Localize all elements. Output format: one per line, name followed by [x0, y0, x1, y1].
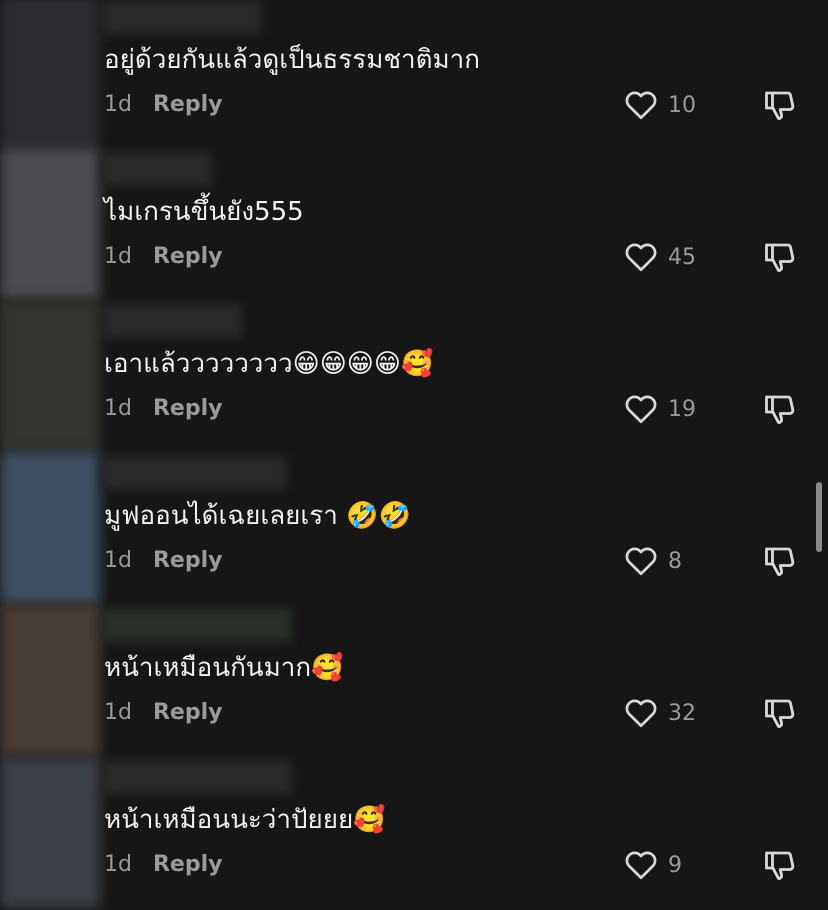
comment-item: หน้าเหมือนกันมาก🥰 1d Reply 32	[0, 604, 828, 756]
like-count: 32	[668, 700, 696, 726]
thumbs-down-icon	[765, 395, 795, 424]
like-count: 19	[668, 396, 696, 422]
comment-time: 1d	[104, 700, 132, 725]
like-button[interactable]: 8	[622, 542, 682, 580]
avatar[interactable]	[0, 0, 100, 148]
like-button[interactable]: 9	[622, 846, 682, 884]
username-blurred[interactable]	[102, 760, 292, 794]
avatar[interactable]	[0, 756, 100, 908]
comment-meta: 1d Reply	[104, 394, 222, 424]
comment-text: ไมเกรนขึ้นยัง555	[104, 197, 304, 227]
heart-outline-icon	[625, 395, 657, 424]
like-count: 8	[668, 548, 682, 574]
avatar[interactable]	[0, 300, 100, 452]
reply-button[interactable]: Reply	[153, 244, 223, 269]
thumbs-down-icon	[765, 699, 795, 728]
dislike-button[interactable]	[762, 238, 798, 276]
comment-time: 1d	[104, 548, 132, 573]
reply-button[interactable]: Reply	[153, 548, 223, 573]
like-button[interactable]: 45	[622, 238, 696, 276]
username-blurred[interactable]	[102, 0, 262, 34]
reply-button[interactable]: Reply	[153, 852, 223, 877]
comment-item: เอาแล้วววววววว😁😁😁😁🥰 1d Reply 19	[0, 300, 828, 452]
reply-button[interactable]: Reply	[153, 396, 223, 421]
thumbs-down-icon	[765, 243, 795, 272]
comment-meta: 1d Reply	[104, 850, 222, 880]
heart-outline-icon	[625, 699, 657, 728]
thumbs-down-icon	[765, 91, 795, 120]
comment-text: มูฟออนได้เฉยเลยเรา 🤣🤣	[104, 501, 411, 531]
scrollbar-thumb[interactable]	[816, 482, 822, 552]
avatar[interactable]	[0, 452, 100, 604]
dislike-button[interactable]	[762, 846, 798, 884]
like-count: 9	[668, 852, 682, 878]
dislike-button[interactable]	[762, 694, 798, 732]
heart-outline-icon	[625, 243, 657, 272]
comment-meta: 1d Reply	[104, 698, 222, 728]
comment-text: หน้าเหมือนกันมาก🥰	[104, 653, 344, 683]
like-button[interactable]: 10	[622, 86, 696, 124]
heart-outline-icon	[625, 547, 657, 576]
like-count: 10	[668, 92, 696, 118]
comment-item: อยู่ด้วยกันแล้วดูเป็นธรรมชาติมาก 1d Repl…	[0, 0, 828, 148]
comment-list: อยู่ด้วยกันแล้วดูเป็นธรรมชาติมาก 1d Repl…	[0, 0, 828, 910]
heart-outline-icon	[625, 91, 657, 120]
dislike-button[interactable]	[762, 542, 798, 580]
thumbs-down-icon	[765, 851, 795, 880]
comment-text: เอาแล้วววววววว😁😁😁😁🥰	[104, 349, 434, 379]
reply-button[interactable]: Reply	[153, 700, 223, 725]
comment-meta: 1d Reply	[104, 242, 222, 272]
like-button[interactable]: 19	[622, 390, 696, 428]
dislike-button[interactable]	[762, 390, 798, 428]
avatar[interactable]	[0, 604, 100, 756]
avatar[interactable]	[0, 148, 100, 300]
comment-time: 1d	[104, 396, 132, 421]
username-blurred[interactable]	[102, 608, 292, 642]
comment-time: 1d	[104, 244, 132, 269]
comment-meta: 1d Reply	[104, 546, 222, 576]
comment-item: หน้าเหมือนนะว่าปัยยย🥰 1d Reply 9	[0, 756, 828, 908]
comment-text: อยู่ด้วยกันแล้วดูเป็นธรรมชาติมาก	[104, 45, 480, 75]
comment-text: หน้าเหมือนนะว่าปัยยย🥰	[104, 805, 386, 835]
like-button[interactable]: 32	[622, 694, 696, 732]
username-blurred[interactable]	[102, 456, 287, 490]
like-count: 45	[668, 244, 696, 270]
username-blurred[interactable]	[102, 304, 242, 338]
username-blurred[interactable]	[102, 152, 212, 186]
dislike-button[interactable]	[762, 86, 798, 124]
comment-item: มูฟออนได้เฉยเลยเรา 🤣🤣 1d Reply 8	[0, 452, 828, 604]
comment-item: ไมเกรนขึ้นยัง555 1d Reply 45	[0, 148, 828, 300]
comment-time: 1d	[104, 92, 132, 117]
comment-time: 1d	[104, 852, 132, 877]
heart-outline-icon	[625, 851, 657, 880]
reply-button[interactable]: Reply	[153, 92, 223, 117]
comment-meta: 1d Reply	[104, 90, 222, 120]
thumbs-down-icon	[765, 547, 795, 576]
